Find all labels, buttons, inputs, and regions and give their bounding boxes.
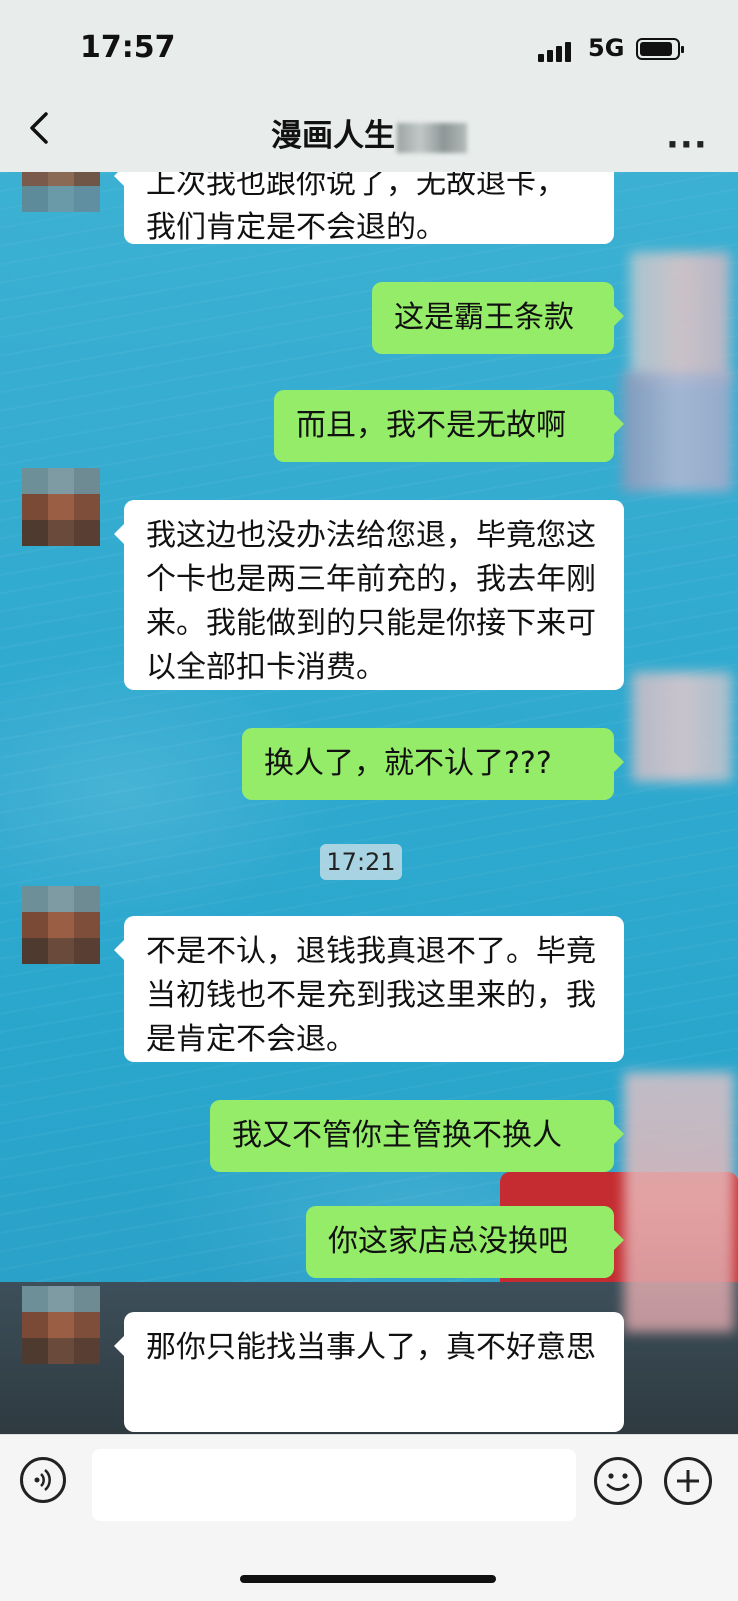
avatar[interactable]	[22, 1286, 100, 1364]
avatar[interactable]	[22, 886, 100, 964]
plus-icon	[677, 1470, 699, 1492]
home-indicator[interactable]	[240, 1575, 496, 1583]
avatar[interactable]	[22, 468, 100, 546]
chat-area[interactable]: 上次我也跟你说了，无故退卡，我们肯定是不会退的。 这是霸王条款 而且，我不是无故…	[0, 172, 738, 1434]
voice-button[interactable]	[20, 1457, 66, 1503]
message-timestamp: 17:21	[320, 844, 402, 880]
message-bubble-outgoing[interactable]: 而且，我不是无故啊	[274, 390, 624, 462]
message-bubble-outgoing[interactable]: 这是霸王条款	[372, 282, 624, 354]
message-bubble-incoming[interactable]: 上次我也跟你说了，无故退卡，我们肯定是不会退的。	[114, 172, 614, 245]
plus-button[interactable]	[664, 1457, 712, 1505]
signal-icon	[538, 40, 578, 62]
avatar[interactable]	[22, 172, 100, 238]
chat-title-text: 漫画人生	[271, 118, 395, 154]
network-label: 5G	[588, 34, 625, 62]
more-button[interactable]: ···	[666, 125, 708, 165]
top-bar: 17:57 5G 漫画人生 ···	[0, 0, 738, 172]
emoji-icon	[606, 1473, 630, 1491]
title-blur	[397, 122, 467, 153]
message-bubble-outgoing[interactable]: 我又不管你主管换不换人	[210, 1100, 624, 1172]
chat-title: 漫画人生	[0, 110, 738, 155]
emoji-button[interactable]	[594, 1457, 642, 1505]
voice-icon	[34, 1469, 51, 1491]
input-bar	[0, 1434, 738, 1601]
blur-smear	[622, 372, 732, 492]
message-bubble-incoming[interactable]: 那你只能找当事人了，真不好意思	[114, 1312, 624, 1432]
message-bubble-outgoing[interactable]: 你这家店总没换吧	[306, 1206, 624, 1278]
message-bubble-incoming[interactable]: 我这边也没办法给您退，毕竟您这个卡也是两三年前充的，我去年刚来。我能做到的只能是…	[114, 500, 624, 690]
battery-icon	[636, 38, 684, 60]
blur-smear	[632, 672, 732, 782]
blur-smear	[630, 252, 730, 382]
message-bubble-incoming[interactable]: 不是不认，退钱我真退不了。毕竟当初钱也不是充到我这里来的，我是肯定不会退。	[114, 916, 624, 1062]
blur-smear	[624, 1072, 734, 1332]
message-bubble-outgoing[interactable]: 换人了，就不认了???	[242, 728, 624, 800]
status-time: 17:57	[80, 30, 176, 65]
message-input[interactable]	[92, 1449, 576, 1521]
battery-level	[640, 42, 673, 56]
